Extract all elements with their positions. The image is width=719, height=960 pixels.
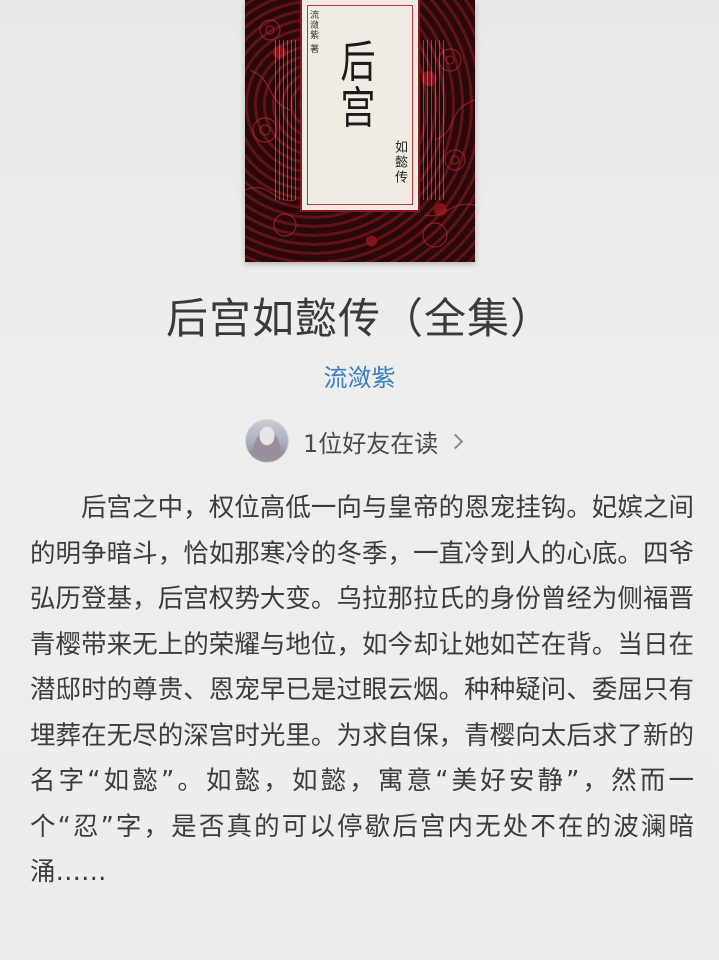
cover-side-text-left <box>275 40 299 200</box>
book-cover[interactable]: 流潋紫 著 后宫 如懿传 <box>245 0 475 262</box>
book-detail-page: 流潋紫 著 后宫 如懿传 后宫如懿传（全集） 流潋紫 1位好友在读 后宫之中，权… <box>0 0 719 960</box>
book-description: 后宫之中，权位高低一向与皇帝的恩宠挂钩。妃嫔之间的明争暗斗，恰如那寒冷的冬季，一… <box>30 493 694 887</box>
cover-subtitle: 如懿传 <box>392 140 407 185</box>
cover-title: 后宫 <box>340 37 376 134</box>
author-link[interactable]: 流潋紫 <box>0 362 719 394</box>
friends-reading-row[interactable]: 1位好友在读 <box>245 418 464 464</box>
chevron-right-icon <box>448 433 464 449</box>
cover-side-text-right <box>423 40 447 200</box>
friend-avatar <box>245 419 289 463</box>
book-title: 后宫如懿传（全集） <box>165 294 553 343</box>
friends-reading-label: 1位好友在读 <box>303 429 439 458</box>
cover-author-label: 流潋紫 著 <box>308 10 318 54</box>
